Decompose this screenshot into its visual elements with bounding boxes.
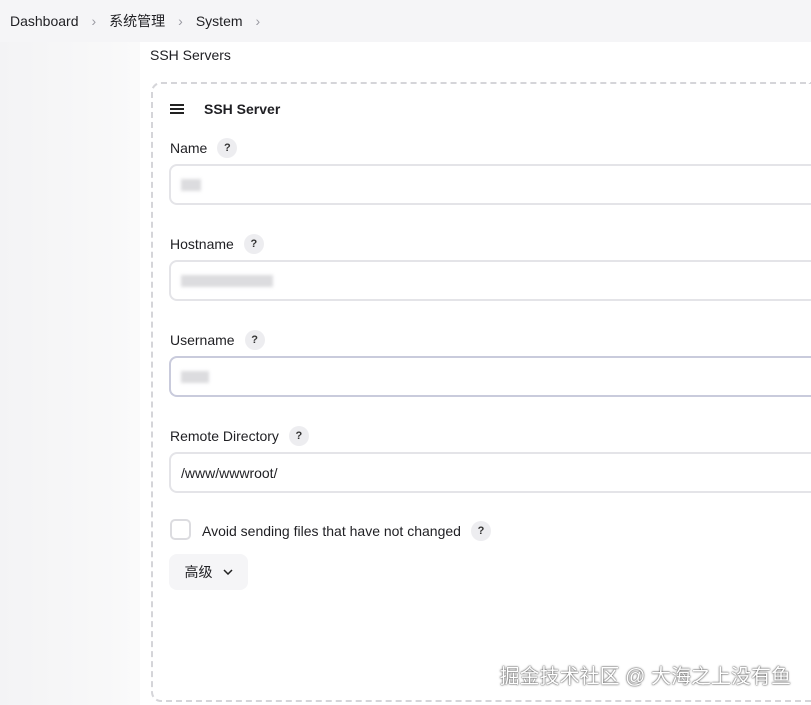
advanced-button[interactable]: 高级 — [169, 554, 248, 590]
hostname-input[interactable] — [169, 260, 811, 301]
advanced-label: 高级 — [184, 564, 213, 580]
name-label: Name — [170, 140, 208, 156]
watermark: 掘金技术社区 @ 大海之上没有鱼 — [499, 666, 791, 688]
card-title: SSH Server — [204, 101, 281, 117]
chevron-right-icon[interactable]: › — [256, 13, 261, 29]
username-label: Username — [170, 332, 235, 348]
help-icon[interactable]: ? — [288, 426, 309, 446]
username-input[interactable] — [169, 356, 811, 397]
avoid-sending-checkbox[interactable] — [170, 519, 191, 540]
help-icon[interactable]: ? — [470, 521, 491, 541]
help-icon[interactable]: ? — [217, 138, 238, 158]
breadcrumb-system[interactable]: System — [196, 13, 243, 29]
breadcrumb: Dashboard › 系统管理 › System › — [0, 0, 811, 42]
help-icon[interactable]: ? — [243, 234, 264, 254]
breadcrumb-dashboard[interactable]: Dashboard — [10, 13, 79, 29]
ssh-server-card: SSH Server Name? Hostname? Username? Rem… — [151, 82, 811, 702]
chevron-down-icon — [222, 569, 233, 575]
name-input[interactable] — [169, 164, 811, 205]
hostname-label: Hostname — [170, 236, 234, 252]
section-title: SSH Servers — [150, 47, 231, 63]
remote-directory-input[interactable]: /www/wwwroot/ — [169, 452, 811, 493]
checkbox-label: Avoid sending files that have not change… — [202, 523, 461, 539]
remote-directory-label: Remote Directory — [170, 428, 279, 444]
chevron-right-icon: › — [91, 13, 97, 29]
chevron-right-icon: › — [178, 13, 183, 29]
side-panel — [0, 42, 140, 705]
remote-directory-value: /www/wwwroot/ — [181, 464, 278, 481]
help-icon[interactable]: ? — [244, 330, 265, 350]
breadcrumb-system-management[interactable]: 系统管理 — [109, 11, 165, 31]
drag-handle-icon[interactable] — [170, 102, 184, 116]
